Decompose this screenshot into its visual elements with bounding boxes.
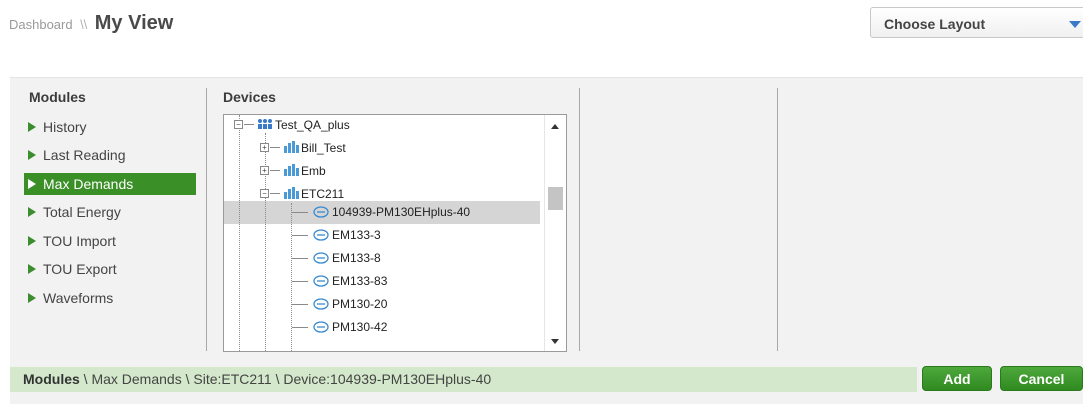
scroll-up-icon[interactable] <box>551 124 559 129</box>
breadcrumb-separator: \\ <box>80 17 88 32</box>
module-device-panel: Modules Devices History Last Reading Max… <box>10 77 1083 404</box>
module-item-tou-export[interactable]: TOU Export <box>24 258 196 280</box>
breadcrumb: Dashboard \\ My View <box>9 12 173 35</box>
play-triangle-icon <box>28 150 36 160</box>
breadcrumb-dashboard-link[interactable]: Dashboard <box>9 17 73 32</box>
add-button[interactable]: Add <box>922 366 992 391</box>
tree-node-device[interactable]: PM130-42 <box>332 319 387 335</box>
tree-node-site[interactable]: Bill_Test <box>301 140 346 156</box>
module-item-label: Max Demands <box>43 176 134 192</box>
tree-line <box>292 281 308 282</box>
tree-line <box>292 258 308 259</box>
site-building-icon <box>284 141 299 153</box>
chevron-down-icon <box>1069 21 1081 28</box>
selection-path-text: \ Max Demands \ Site:ETC211 \ Device:104… <box>79 371 492 387</box>
meter-device-icon <box>313 206 329 218</box>
module-item-tou-import[interactable]: TOU Import <box>24 230 196 252</box>
tree-node-device[interactable]: EM133-3 <box>332 227 381 243</box>
selection-path-bar: Modules \ Max Demands \ Site:ETC211 \ De… <box>10 367 917 392</box>
collapse-toggle[interactable]: − <box>234 120 243 129</box>
play-triangle-icon <box>28 207 36 217</box>
tree-scrollbar[interactable] <box>544 115 566 351</box>
tree-line <box>270 170 280 171</box>
page-title: My View <box>94 12 174 34</box>
tree-node-device[interactable]: EM133-83 <box>332 273 387 289</box>
tree-node-device[interactable]: EM133-8 <box>332 250 381 266</box>
device-tree[interactable]: − Test_QA_plus + Bill_Test + Emb − ETC21… <box>223 114 567 352</box>
devices-heading: Devices <box>223 89 276 105</box>
play-triangle-icon <box>28 236 36 246</box>
meter-device-icon <box>313 298 329 310</box>
tree-line <box>270 193 280 194</box>
modules-heading: Modules <box>29 89 86 105</box>
play-triangle-icon <box>28 122 36 132</box>
tree-line <box>291 203 292 351</box>
module-item-history[interactable]: History <box>24 116 196 138</box>
module-item-label: TOU Import <box>43 233 116 249</box>
site-building-icon <box>284 187 299 199</box>
module-item-total-energy[interactable]: Total Energy <box>24 201 196 223</box>
tree-node-root[interactable]: Test_QA_plus <box>275 117 350 133</box>
column-divider <box>777 88 778 351</box>
module-item-label: Total Energy <box>43 204 121 220</box>
meter-device-icon <box>313 252 329 264</box>
play-triangle-icon <box>28 179 36 189</box>
module-item-label: Waveforms <box>43 290 114 306</box>
group-icon <box>258 119 272 129</box>
module-item-waveforms[interactable]: Waveforms <box>24 287 196 309</box>
module-item-label: Last Reading <box>43 147 126 163</box>
expand-toggle[interactable]: + <box>260 166 269 175</box>
tree-line <box>270 147 280 148</box>
expand-toggle[interactable]: + <box>260 143 269 152</box>
tree-line <box>292 327 308 328</box>
play-triangle-icon <box>28 264 36 274</box>
meter-device-icon <box>313 321 329 333</box>
play-triangle-icon <box>28 293 36 303</box>
column-divider <box>579 88 580 351</box>
tree-line <box>292 235 308 236</box>
scroll-thumb[interactable] <box>548 187 563 210</box>
meter-device-icon <box>313 229 329 241</box>
module-item-last-reading[interactable]: Last Reading <box>24 144 196 166</box>
module-item-max-demands[interactable]: Max Demands <box>24 173 196 195</box>
tree-line <box>244 124 254 125</box>
choose-layout-label: Choose Layout <box>884 16 986 32</box>
tree-node-device-selected[interactable]: 104939-PM130EHplus-40 <box>332 204 470 220</box>
tree-line <box>239 115 240 351</box>
meter-device-icon <box>313 275 329 287</box>
tree-node-site[interactable]: Emb <box>301 163 326 179</box>
module-item-label: TOU Export <box>43 261 117 277</box>
selection-path-modules: Modules <box>23 371 80 387</box>
tree-node-device[interactable]: PM130-20 <box>332 296 387 312</box>
collapse-toggle[interactable]: − <box>260 189 269 198</box>
cancel-button[interactable]: Cancel <box>1000 366 1083 391</box>
tree-node-site[interactable]: ETC211 <box>301 186 344 202</box>
tree-line <box>292 212 308 213</box>
tree-line <box>292 304 308 305</box>
module-item-label: History <box>43 119 87 135</box>
site-building-icon <box>284 164 299 176</box>
scroll-down-icon[interactable] <box>551 339 559 344</box>
choose-layout-dropdown[interactable]: Choose Layout <box>870 7 1083 38</box>
column-divider <box>206 88 207 351</box>
